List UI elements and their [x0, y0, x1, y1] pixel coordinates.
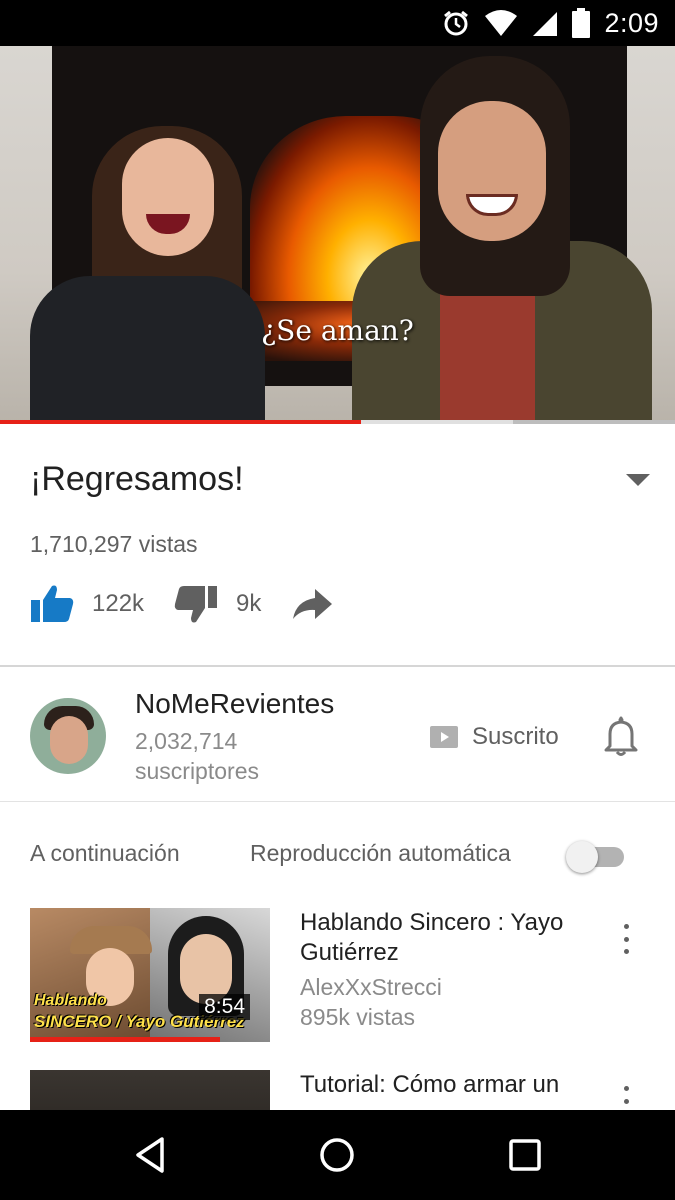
- recommended-video-title[interactable]: Tutorial: Cómo armar un: [300, 1070, 600, 1100]
- more-options-icon[interactable]: [616, 924, 636, 954]
- channel-name[interactable]: NoMeRevientes: [135, 688, 334, 720]
- video-actions: 122k 9k: [30, 582, 333, 626]
- watched-progress-bar: [30, 1037, 220, 1042]
- dislike-group: 9k: [174, 584, 261, 624]
- share-icon[interactable]: [291, 587, 333, 621]
- like-icon[interactable]: [30, 584, 74, 624]
- thumbnail-caption-line-1: Hablando: [34, 992, 107, 1009]
- like-count: 122k: [92, 590, 145, 617]
- expand-description-icon[interactable]: [626, 474, 650, 486]
- recents-icon[interactable]: [504, 1134, 546, 1176]
- dislike-icon[interactable]: [174, 584, 218, 624]
- autoplay-toggle[interactable]: [566, 841, 624, 873]
- status-bar: 2:09: [0, 0, 675, 46]
- divider: [0, 801, 675, 802]
- autoplay-toggle-knob: [566, 841, 598, 873]
- system-nav-bar: [0, 1110, 675, 1200]
- recommended-video-views: 895k vistas: [300, 1004, 416, 1030]
- autoplay-label: Reproducción automática: [250, 840, 511, 866]
- avatar-face: [50, 716, 88, 764]
- alarm-icon: [444, 10, 469, 36]
- status-time: 2:09: [604, 7, 659, 38]
- battery-icon: [572, 8, 591, 38]
- video-frame-person-left-face: [122, 138, 214, 256]
- wifi-icon: [485, 10, 518, 36]
- video-progress-bar[interactable]: [0, 420, 675, 424]
- subscribe-label: Suscrito: [472, 723, 559, 750]
- video-thumbnail[interactable]: Hablando SINCERO / Yayo Gutiérrez 8:54: [30, 908, 270, 1042]
- subscriber-label: suscriptores: [135, 758, 259, 784]
- up-next-label: A continuación: [30, 840, 180, 866]
- dislike-count: 9k: [236, 590, 262, 617]
- video-title: ¡Regresamos!: [30, 460, 244, 498]
- back-icon[interactable]: [130, 1134, 172, 1176]
- signal-icon: [533, 12, 558, 36]
- recommended-video-channel: AlexXxStrecci: [300, 974, 442, 1000]
- recommended-video[interactable]: Hablando SINCERO / Yayo Gutiérrez 8:54 H…: [30, 908, 645, 1042]
- video-duration: 8:54: [199, 994, 250, 1020]
- notification-bell-icon[interactable]: [604, 716, 638, 756]
- subscribe-button[interactable]: Suscrito: [430, 720, 559, 754]
- recommended-video-title[interactable]: Hablando Sincero : Yayo Gutiérrez: [300, 908, 600, 968]
- home-icon[interactable]: [316, 1134, 358, 1176]
- video-subtitle: ¿Se aman?: [261, 314, 414, 347]
- channel-avatar[interactable]: [30, 698, 106, 774]
- divider: [0, 665, 675, 667]
- subscribed-play-icon: [430, 726, 458, 748]
- video-progress-fill: [0, 420, 362, 424]
- video-frame-person-left-body: [30, 276, 265, 422]
- video-title-row[interactable]: ¡Regresamos!: [30, 460, 650, 504]
- video-player[interactable]: ¿Se aman?: [0, 46, 675, 422]
- subscriber-count: 2,032,714: [135, 728, 238, 754]
- video-frame-person-right-face: [438, 101, 546, 241]
- video-view-count: 1,710,297 vistas: [30, 531, 198, 557]
